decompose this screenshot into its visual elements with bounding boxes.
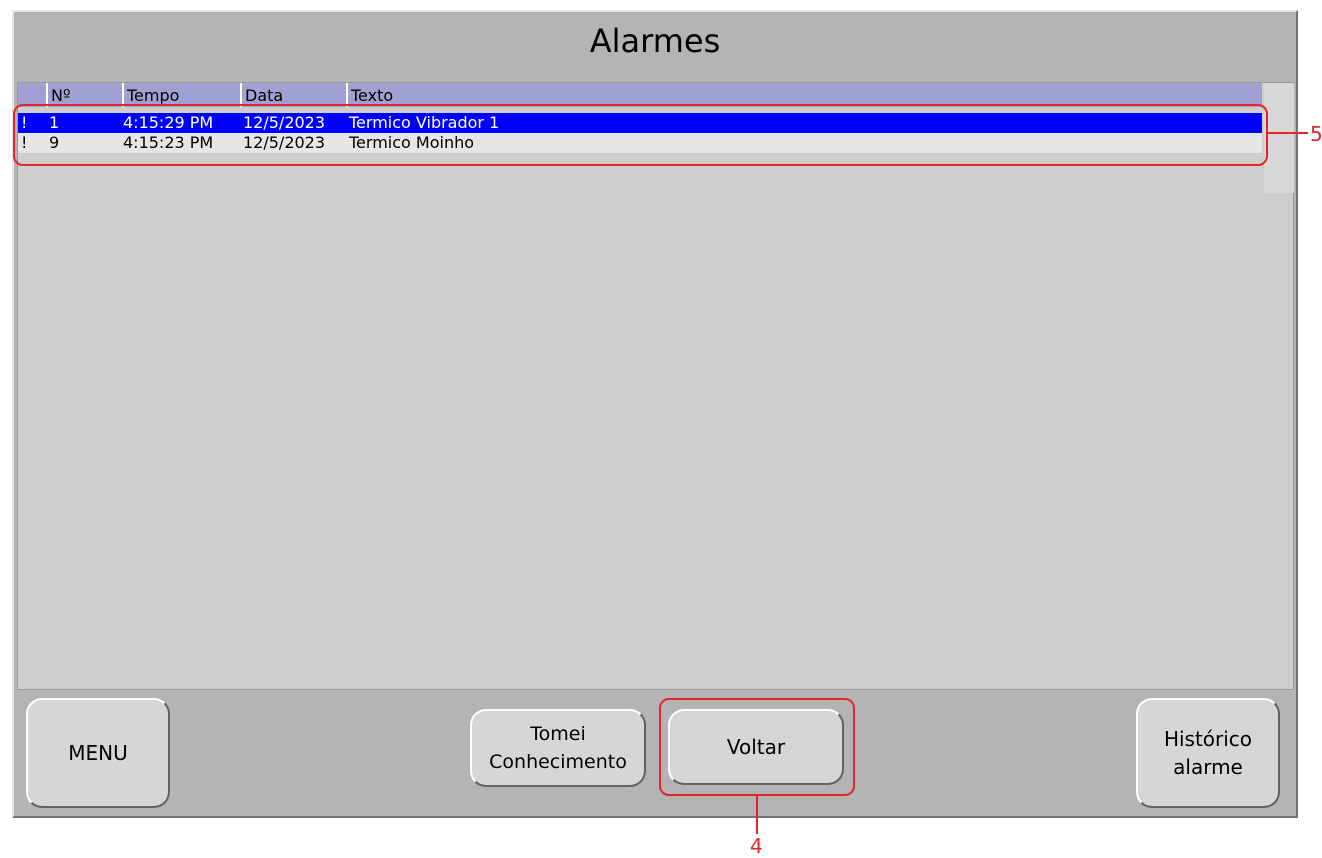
menu-button[interactable]: MENU xyxy=(26,698,170,808)
table-rows-highlight xyxy=(13,104,1268,166)
scrollbar[interactable] xyxy=(1264,83,1294,193)
page-title: Alarmes xyxy=(589,22,721,60)
callout-number-5: 5 xyxy=(1310,122,1322,146)
callout-number-4: 4 xyxy=(750,834,763,858)
acknowledge-button[interactable]: Tomei Conhecimento xyxy=(470,709,646,787)
callout-line-4 xyxy=(756,796,758,834)
back-button-highlight xyxy=(659,698,855,796)
alarm-table[interactable]: Nº Tempo Data Texto ! 1 4:15:29 PM 12/5/… xyxy=(17,82,1294,690)
alarm-history-button[interactable]: Histórico alarme xyxy=(1136,698,1280,808)
callout-line-5 xyxy=(1268,132,1308,134)
